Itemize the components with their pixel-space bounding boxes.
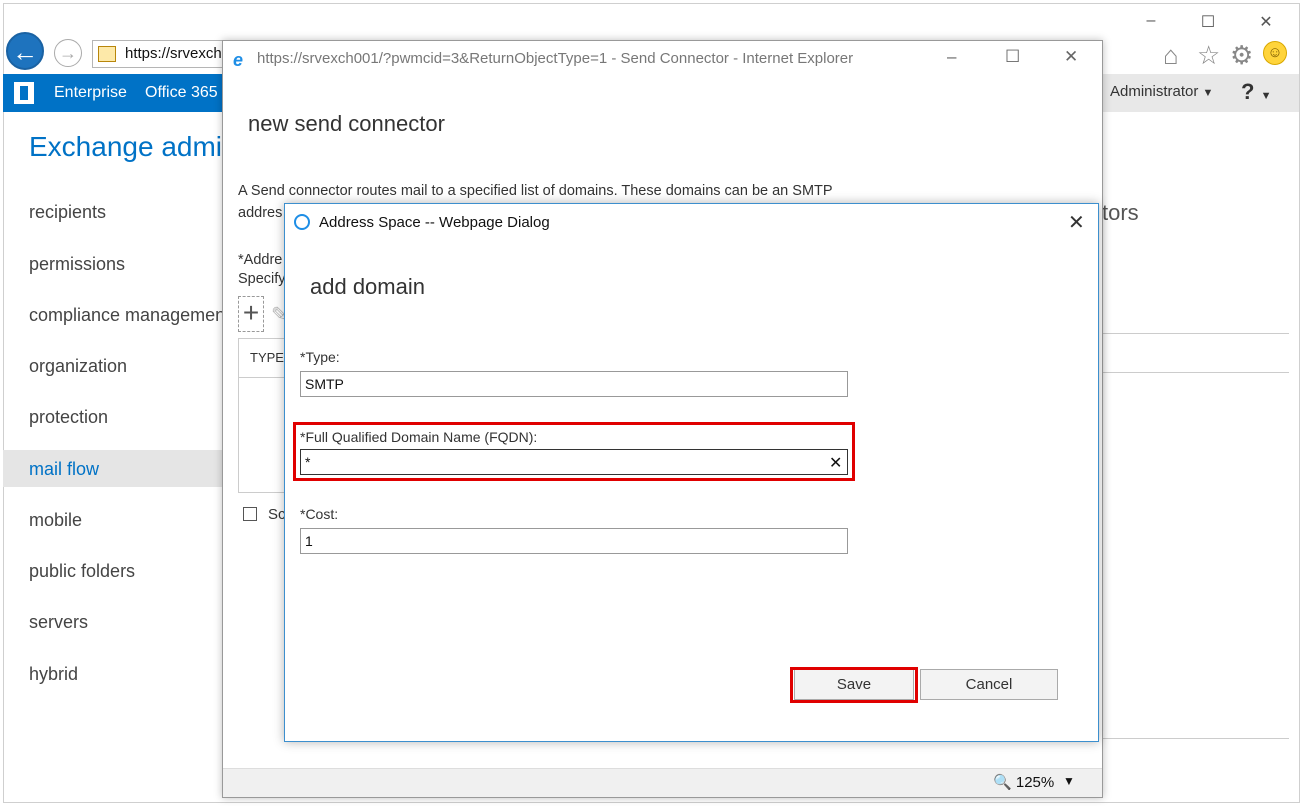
user-menu-label: Administrator [1110, 83, 1199, 100]
divider [1102, 372, 1289, 373]
table-header-type[interactable]: TYPE [250, 350, 284, 365]
minimize-button[interactable]: – [1140, 12, 1162, 30]
table-header-divider [239, 377, 287, 378]
nav-enterprise[interactable]: Enterprise [54, 84, 127, 102]
scoped-checkbox[interactable] [243, 507, 257, 521]
user-menu[interactable]: Administrator ▼ [1110, 83, 1213, 100]
dialog-title: Address Space -- Webpage Dialog [319, 214, 550, 231]
send-connector-window-title: https://srvexch001/?pwmcid=3&ReturnObjec… [257, 50, 854, 67]
sidebar-item-public-folders[interactable]: public folders [29, 561, 135, 582]
maximize-button[interactable]: ☐ [1197, 12, 1219, 32]
divider [1102, 333, 1289, 334]
sidebar-item-permissions[interactable]: permissions [29, 254, 125, 275]
chevron-down-icon: ▼ [1260, 90, 1272, 102]
fqdn-highlight-box [293, 422, 855, 481]
page-title: Exchange admin [29, 131, 238, 162]
back-icon[interactable]: ← [6, 32, 44, 70]
close-button[interactable]: ✕ [1255, 12, 1277, 32]
feedback-smiley-icon[interactable]: ☺ [1263, 41, 1287, 65]
favorites-star-icon[interactable]: ☆ [1197, 40, 1220, 71]
sidebar-item-recipients[interactable]: recipients [29, 202, 106, 223]
cancel-button[interactable]: Cancel [920, 669, 1058, 700]
type-label: *Type: [300, 349, 340, 365]
sidebar-item-servers[interactable]: servers [29, 612, 88, 633]
zoom-dropdown-icon[interactable]: ▼ [1063, 774, 1075, 788]
send-connector-heading: new send connector [248, 111, 445, 136]
scoped-checkbox-label: Sc [268, 506, 286, 523]
sc-minimize-button[interactable]: – [947, 47, 956, 67]
sidebar-item-mobile[interactable]: mobile [29, 510, 82, 531]
zoom-magnifier-icon: 🔍 [993, 774, 1012, 791]
forward-icon[interactable]: → [54, 39, 82, 67]
help-menu[interactable]: ? ▼ [1241, 79, 1271, 105]
internet-explorer-icon: e [233, 50, 244, 70]
sidebar-item-organization[interactable]: organization [29, 356, 127, 377]
status-bar [223, 768, 1102, 797]
help-icon: ? [1241, 79, 1255, 104]
address-space-label: *Addre [238, 252, 283, 268]
specify-label: Specify [238, 271, 286, 287]
cost-label: *Cost: [300, 506, 339, 522]
send-connector-description: A Send connector routes mail to a specif… [238, 183, 833, 199]
sc-maximize-button[interactable]: ☐ [1005, 47, 1020, 67]
background-tab-label: tors [1102, 200, 1139, 225]
sc-close-button[interactable]: ✕ [1064, 47, 1078, 67]
favicon-icon [98, 46, 116, 62]
dialog-heading: add domain [310, 274, 425, 299]
sidebar-item-compliance[interactable]: compliance management [29, 305, 230, 326]
office-logo-inner [20, 86, 28, 100]
chevron-down-icon: ▼ [1202, 87, 1214, 99]
save-highlight-box [790, 667, 918, 703]
sidebar-item-hybrid[interactable]: hybrid [29, 664, 78, 685]
zoom-level[interactable]: 🔍 125% [993, 773, 1054, 791]
dialog-close-icon[interactable]: ✕ [1068, 210, 1085, 235]
sidebar-item-protection[interactable]: protection [29, 407, 108, 428]
nav-office365[interactable]: Office 365 [145, 84, 218, 102]
settings-gear-icon[interactable]: ⚙ [1230, 40, 1253, 71]
type-field[interactable] [300, 371, 848, 397]
send-connector-description-2: addres [238, 205, 283, 221]
add-icon[interactable]: + [238, 296, 264, 332]
dialog-ie-icon [294, 214, 310, 230]
zoom-value: 125% [1015, 774, 1055, 791]
divider [1102, 738, 1289, 739]
home-icon[interactable]: ⌂ [1163, 40, 1179, 71]
cost-field[interactable] [300, 528, 848, 554]
sidebar-item-mail-flow[interactable]: mail flow [29, 459, 99, 480]
